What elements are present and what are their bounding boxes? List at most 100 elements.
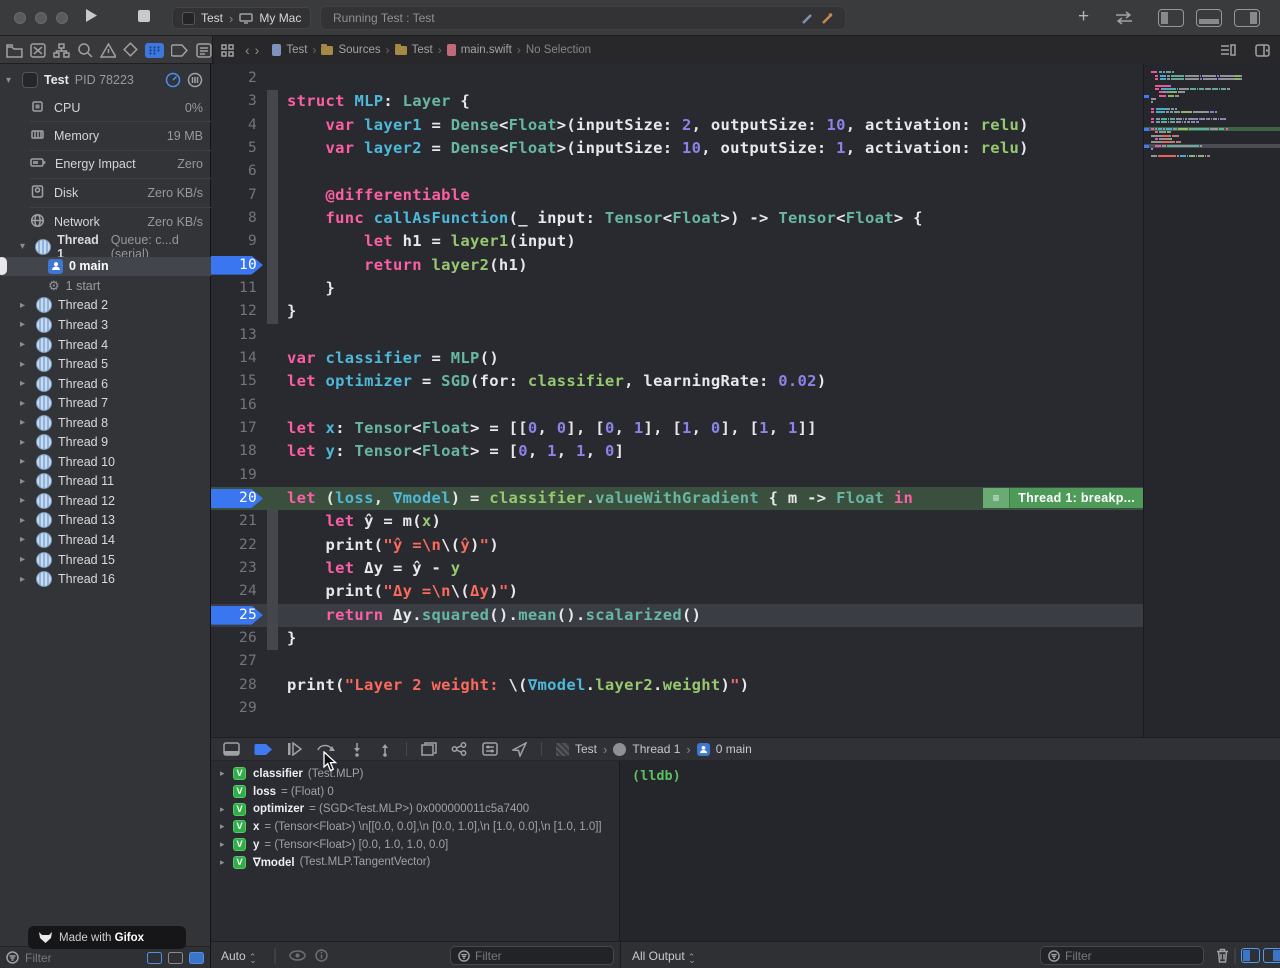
library-add-button[interactable]: +	[1078, 6, 1089, 28]
line-number[interactable]: 2	[211, 67, 257, 90]
jumpbar-item[interactable]: No Selection	[526, 44, 591, 56]
code-line-8[interactable]: 8 func callAsFunction(_ input: Tensor<Fl…	[211, 207, 1143, 230]
code-line-23[interactable]: 23 let Δy = ŷ - y	[211, 557, 1143, 580]
line-number[interactable]: 27	[211, 650, 257, 673]
line-number[interactable]: 6	[211, 160, 257, 183]
thread-row[interactable]: ▸Thread 6	[0, 374, 211, 394]
related-items-icon[interactable]	[221, 44, 234, 57]
toggle-inspectors-button[interactable]	[1234, 9, 1260, 27]
code-line-10[interactable]: 10 return layer2(h1)	[211, 254, 1143, 277]
code-area[interactable]: 23struct MLP: Layer {4 var layer1 = Dens…	[211, 64, 1143, 737]
scheme-selector[interactable]: Test › My Mac	[172, 7, 311, 29]
jumpbar-item[interactable]: main.swift	[461, 44, 512, 56]
variable-row[interactable]: Vloss= (Float) 0	[211, 783, 620, 801]
disclosure-closed-icon[interactable]: ▸	[220, 857, 230, 868]
disclosure-closed-icon[interactable]: ▸	[220, 768, 230, 779]
code-line-28[interactable]: 28print("Layer 2 weight: \(∇model.layer2…	[211, 674, 1143, 697]
filter-interesting-threads-button[interactable]	[147, 952, 162, 964]
disclosure-closed-icon[interactable]: ▸	[20, 300, 30, 311]
line-number[interactable]: 24	[211, 580, 257, 603]
crumb-frame[interactable]: 0 main	[716, 742, 752, 756]
thread-row[interactable]: ▸Thread 3	[0, 315, 211, 335]
thread-row[interactable]: ▸Thread 10	[0, 452, 211, 472]
line-number[interactable]: 29	[211, 697, 257, 720]
line-number[interactable]: 20	[211, 487, 257, 510]
disclosure-closed-icon[interactable]: ▸	[20, 398, 30, 409]
line-number[interactable]: 3	[211, 90, 257, 113]
jumpbar-item[interactable]: Test	[286, 44, 307, 56]
thread-row[interactable]: ▸Thread 9	[0, 432, 211, 452]
brush-issue-icon[interactable]	[820, 12, 833, 25]
hide-debug-area-button[interactable]	[223, 742, 240, 756]
code-line-17[interactable]: 17let x: Tensor<Float> = [[0, 0], [0, 1]…	[211, 417, 1143, 440]
minimize-window-icon[interactable]	[35, 12, 47, 24]
toggle-navigator-button[interactable]	[1158, 9, 1184, 27]
crumb-thread[interactable]: Thread 1	[632, 742, 680, 756]
code-line-29[interactable]: 29	[211, 697, 1143, 720]
simulate-location-button[interactable]	[512, 742, 527, 757]
environment-overrides-button[interactable]	[482, 742, 498, 756]
breakpoints-toggle-button[interactable]	[254, 743, 273, 756]
code-line-4[interactable]: 4 var layer1 = Dense<Float>(inputSize: 2…	[211, 114, 1143, 137]
code-line-11[interactable]: 11 }	[211, 277, 1143, 300]
thread-row[interactable]: ▸Thread 11	[0, 472, 211, 492]
line-number[interactable]: 25	[211, 604, 257, 627]
disclosure-closed-icon[interactable]: ▸	[20, 515, 30, 526]
thread-row[interactable]: ▸Thread 2	[0, 296, 211, 316]
continue-button[interactable]	[287, 742, 302, 756]
line-number[interactable]: 10	[211, 254, 257, 277]
source-control-navigator-icon[interactable]	[30, 43, 46, 58]
code-line-24[interactable]: 24 print("Δy =\n\(Δy)")	[211, 580, 1143, 603]
disclosure-closed-icon[interactable]: ▸	[20, 574, 30, 585]
code-line-26[interactable]: 26}	[211, 627, 1143, 650]
console-view[interactable]: (lldb)	[620, 761, 1280, 941]
thread-row[interactable]: ▸Thread 16	[0, 569, 211, 589]
symbol-navigator-icon[interactable]	[53, 43, 70, 58]
show-console-view-button[interactable]	[1263, 948, 1280, 963]
code-line-2[interactable]: 2	[211, 67, 1143, 90]
line-number[interactable]: 19	[211, 464, 257, 487]
variables-filter-input[interactable]: Filter	[450, 946, 614, 965]
gauge-row-energy-impact[interactable]: Energy ImpactZero	[30, 151, 211, 179]
line-number[interactable]: 9	[211, 230, 257, 253]
line-number[interactable]: 15	[211, 370, 257, 393]
go-back-icon[interactable]: ‹	[245, 42, 250, 58]
gauge-row-cpu[interactable]: CPU0%	[30, 94, 211, 122]
code-line-21[interactable]: 21 let ŷ = m(x)	[211, 510, 1143, 533]
filter-input[interactable]: Filter	[25, 951, 52, 965]
line-number[interactable]: 23	[211, 557, 257, 580]
minimap[interactable]	[1143, 64, 1280, 737]
disclosure-closed-icon[interactable]: ▸	[20, 339, 30, 350]
disclosure-closed-icon[interactable]: ▸	[20, 554, 30, 565]
filter-view-mode-button[interactable]	[189, 952, 204, 964]
variable-row[interactable]: ▸Voptimizer= (SGD<Test.MLP>) 0x000000011…	[211, 800, 620, 818]
disclosure-open-icon[interactable]: ▾	[6, 75, 16, 86]
line-number[interactable]: 5	[211, 137, 257, 160]
version-editor-button[interactable]	[1113, 11, 1135, 25]
stack-frame-row[interactable]: 0 main	[0, 257, 211, 277]
variable-row[interactable]: ▸Vx= (Tensor<Float>) \n[[0.0, 0.0],\n [0…	[211, 818, 620, 836]
line-number[interactable]: 26	[211, 627, 257, 650]
stack-frame-row[interactable]: ⚙1 start	[0, 276, 211, 296]
code-line-12[interactable]: 12}	[211, 300, 1143, 323]
jumpbar-item[interactable]: Test	[412, 44, 433, 56]
jumpbar-item[interactable]: Sources	[338, 44, 380, 56]
clear-console-trash-icon[interactable]	[1216, 948, 1229, 963]
code-line-3[interactable]: 3struct MLP: Layer {	[211, 90, 1143, 113]
variable-row[interactable]: ▸V∇model(Test.MLP.TangentVector)	[211, 854, 620, 872]
line-number[interactable]: 13	[211, 324, 257, 347]
breakpoint-hit-badge[interactable]: ≡Thread 1: breakp...	[983, 488, 1143, 508]
thread-row[interactable]: ▸Thread 14	[0, 530, 211, 550]
line-number[interactable]: 18	[211, 440, 257, 463]
disclosure-open-icon[interactable]: ▾	[20, 241, 29, 252]
gauge-row-network[interactable]: NetworkZero KB/s	[30, 208, 211, 236]
disclosure-closed-icon[interactable]: ▸	[20, 359, 30, 370]
show-variables-view-button[interactable]	[1241, 948, 1260, 963]
find-navigator-icon[interactable]	[77, 42, 93, 58]
code-line-9[interactable]: 9 let h1 = layer1(input)	[211, 230, 1143, 253]
line-number[interactable]: 11	[211, 277, 257, 300]
zoom-window-icon[interactable]	[56, 12, 68, 24]
thread-row[interactable]: ▸Thread 4	[0, 335, 211, 355]
source-editor[interactable]: 23struct MLP: Layer {4 var layer1 = Dens…	[211, 64, 1280, 737]
code-line-27[interactable]: 27	[211, 650, 1143, 673]
